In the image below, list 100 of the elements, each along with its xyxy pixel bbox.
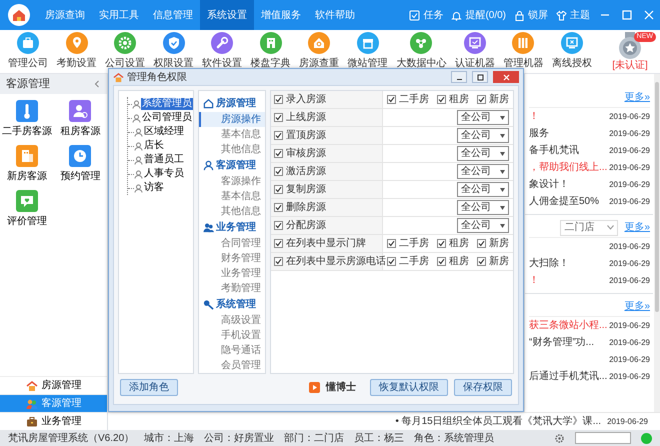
sidebar-item[interactable]: 新房客源: [0, 145, 54, 184]
briefcase-icon: [26, 416, 38, 428]
checkbox[interactable]: [274, 113, 283, 122]
module-item[interactable]: 客源操作: [199, 174, 265, 189]
checkbox[interactable]: [274, 257, 283, 266]
news-title[interactable]: 人佣金提至50%: [529, 194, 600, 209]
nav-item[interactable]: 房源管理: [0, 376, 107, 394]
map-pin-icon: [66, 32, 88, 54]
more-link[interactable]: 更多»: [624, 299, 650, 314]
toolbar-button[interactable]: 管理公司: [8, 32, 48, 71]
news-date: 2019-06-29: [609, 196, 650, 208]
module-item[interactable]: 其他信息: [199, 204, 265, 219]
collapse-icon[interactable]: [93, 80, 101, 88]
role-item[interactable]: 区域经理: [143, 126, 185, 138]
vertical-scrollbar[interactable]: [654, 74, 660, 412]
sidebar-item[interactable]: 二手房客源: [0, 100, 54, 139]
checkbox[interactable]: [387, 257, 396, 266]
module-item[interactable]: 会员管理: [199, 358, 265, 373]
module-item[interactable]: 考勤管理: [199, 281, 265, 296]
scope-dropdown[interactable]: 全公司: [457, 110, 509, 125]
checkbox[interactable]: [387, 239, 396, 248]
checkbox[interactable]: [274, 95, 283, 104]
scope-dropdown[interactable]: 全公司: [457, 164, 509, 179]
module-item[interactable]: 房源操作: [199, 112, 265, 127]
checkbox[interactable]: [387, 95, 396, 104]
maximize-icon[interactable]: [621, 9, 633, 21]
checkbox[interactable]: [274, 149, 283, 158]
checkbox[interactable]: [437, 95, 446, 104]
maximize-button[interactable]: [472, 71, 488, 83]
news-title[interactable]: ，帮助我们线上...: [529, 160, 608, 175]
scope-dropdown[interactable]: 全公司: [457, 128, 509, 143]
scope-dropdown[interactable]: 全公司: [457, 182, 509, 197]
checkbox[interactable]: [274, 203, 283, 212]
toolbar-button[interactable]: 软件设置: [202, 32, 242, 71]
thermometer-icon: [16, 100, 38, 122]
scope-dropdown[interactable]: 全公司: [457, 218, 509, 233]
minimize-button[interactable]: [451, 71, 467, 83]
sidebar-item[interactable]: 租房客源: [54, 100, 107, 139]
status-text: 部门：二门店: [284, 432, 344, 446]
checkbox[interactable]: [274, 185, 283, 194]
module-item[interactable]: 基本信息: [199, 189, 265, 204]
module-item[interactable]: 业务管理: [199, 266, 265, 281]
close-icon[interactable]: [643, 9, 655, 21]
store-dropdown[interactable]: 二门店: [560, 220, 618, 236]
module-item[interactable]: 隐号通话: [199, 343, 265, 358]
more-link[interactable]: 更多»: [624, 90, 650, 105]
news-title[interactable]: ！: [529, 273, 539, 288]
status-input[interactable]: [575, 432, 631, 444]
module-item[interactable]: 手机设置: [199, 328, 265, 343]
menu-tab[interactable]: 系统设置: [200, 0, 254, 30]
checkbox[interactable]: [477, 257, 486, 266]
news-title[interactable]: 后通过手机梵讯...: [529, 369, 608, 384]
checkmark-icon: [275, 96, 282, 103]
role-item[interactable]: 系统管理员: [141, 98, 193, 110]
user-icon: [134, 170, 143, 178]
checkbox[interactable]: [477, 239, 486, 248]
scope-dropdown[interactable]: 全公司: [457, 200, 509, 215]
checkmark-icon: [275, 258, 282, 265]
news-title[interactable]: ！: [529, 109, 539, 124]
close-button[interactable]: [493, 71, 519, 83]
news-title[interactable]: 象设计！: [529, 177, 569, 192]
save-permissions-button[interactable]: 保存权限: [454, 378, 512, 396]
toolbar-button[interactable]: 考勤设置: [56, 32, 97, 71]
module-item[interactable]: 基本信息: [199, 127, 265, 142]
news-title[interactable]: 获三条微站小程...: [529, 318, 608, 333]
news-title[interactable]: 备手机梵讯: [529, 143, 579, 158]
role-item[interactable]: 公司管理员: [141, 112, 193, 124]
checkbox[interactable]: [274, 239, 283, 248]
scope-dropdown[interactable]: 全公司: [457, 146, 509, 161]
checkbox[interactable]: [477, 95, 486, 104]
toolbar-button[interactable]: 大数据中心: [396, 32, 446, 71]
module-item[interactable]: 高级设置: [199, 313, 265, 328]
news-title[interactable]: • 每月15日组织全体员工观看《梵讯大学》课...: [395, 414, 602, 429]
settings-icon[interactable]: [554, 432, 565, 444]
role-item[interactable]: 人事专员: [143, 168, 185, 180]
checkbox[interactable]: [437, 239, 446, 248]
add-role-button[interactable]: 添加角色: [120, 378, 178, 396]
permission-label: 在列表中显示门牌: [286, 236, 366, 251]
checkbox[interactable]: [274, 221, 283, 230]
module-item[interactable]: 其他信息: [199, 142, 265, 157]
news-title[interactable]: “财务管理”功...: [529, 335, 594, 350]
checkmark-icon: [275, 240, 282, 247]
checkbox[interactable]: [274, 167, 283, 176]
sidebar-item[interactable]: 评价管理: [0, 190, 54, 229]
role-item[interactable]: 访客: [143, 182, 165, 194]
certification-status: [未认证]: [612, 60, 648, 71]
module-item[interactable]: 财务管理: [199, 251, 265, 266]
news-title[interactable]: 大扫除！: [529, 256, 569, 271]
clock-icon: [69, 145, 92, 167]
building-icon: [16, 145, 38, 167]
news-title[interactable]: 服务: [529, 126, 549, 141]
module-item[interactable]: 合同管理: [199, 236, 265, 251]
more-link[interactable]: 更多»: [624, 220, 650, 235]
toolbar-button[interactable]: 离线授权: [552, 32, 592, 71]
checkbox[interactable]: [437, 257, 446, 266]
checkbox[interactable]: [274, 131, 283, 140]
role-item[interactable]: 普通员工: [143, 154, 185, 166]
sidebar-item[interactable]: 预约管理: [54, 145, 107, 184]
role-item[interactable]: 店长: [143, 140, 165, 152]
reset-permissions-button[interactable]: 恢复默认权限: [370, 378, 448, 396]
